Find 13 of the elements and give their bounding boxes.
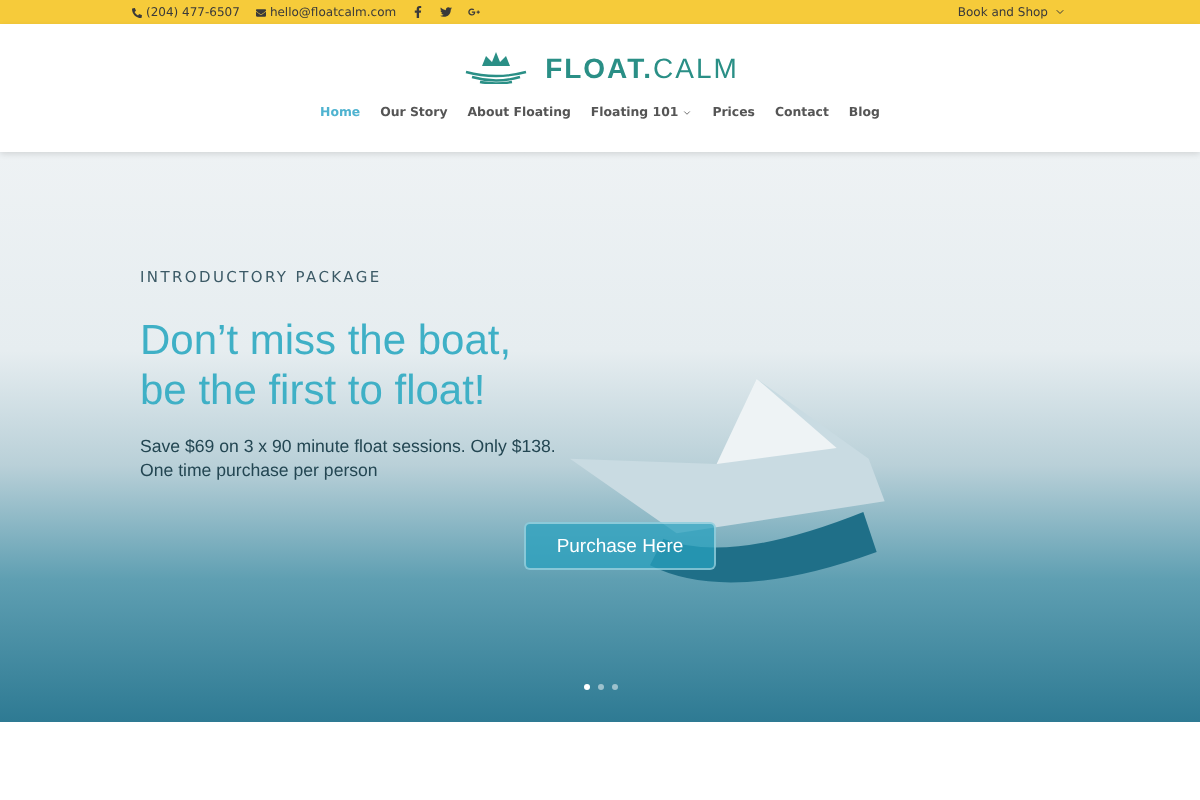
slider-dot[interactable] (597, 684, 603, 690)
hero-heading: Don’t miss the boat, be the first to float! (140, 316, 514, 416)
hero-text: Save $69 on 3 x 90 minute float sessions. Only $138. One time purchase per person (140, 434, 558, 482)
google-plus-icon[interactable] (468, 6, 481, 18)
caret-icon (1054, 6, 1066, 18)
slider-dot[interactable] (583, 684, 589, 690)
twitter-icon[interactable] (440, 6, 453, 18)
boat-logo-icon (461, 52, 530, 84)
facebook-icon[interactable] (412, 6, 425, 18)
phone-icon (132, 7, 142, 17)
envelope-icon (255, 7, 266, 17)
slider-dot[interactable] (611, 684, 617, 690)
logo-text: FLOAT.CALM (545, 52, 739, 84)
